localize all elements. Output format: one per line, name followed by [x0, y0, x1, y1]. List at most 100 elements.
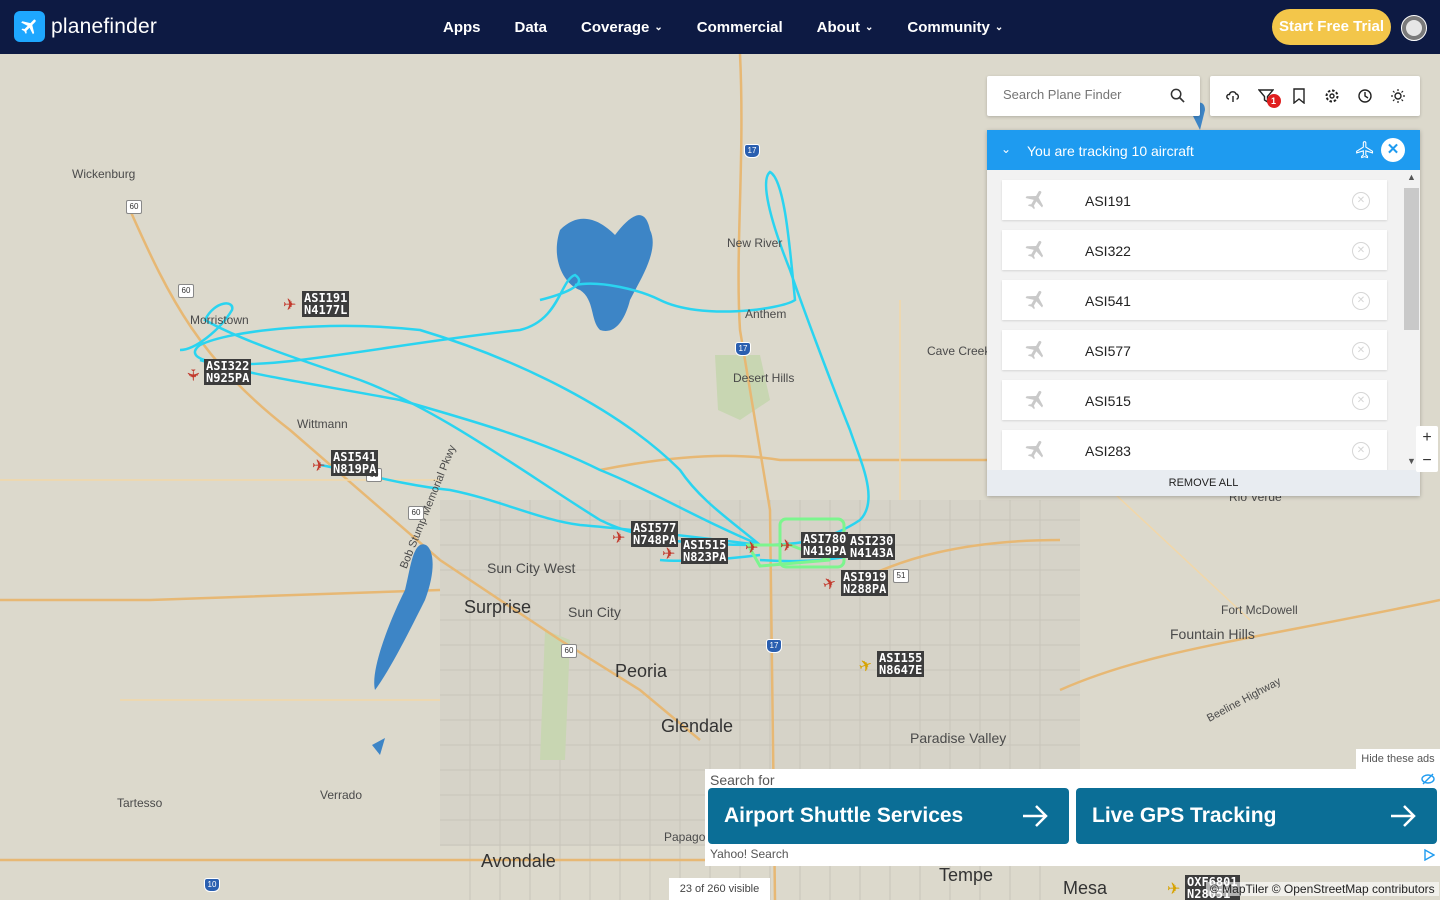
place-label: Fountain Hills: [1170, 626, 1255, 642]
registration: N819PA: [333, 462, 377, 476]
remove-icon[interactable]: ✕: [1352, 442, 1370, 460]
highway-shield: 60: [561, 644, 577, 658]
close-tracking-button[interactable]: ✕: [1381, 138, 1405, 162]
tracked-callsign: ASI191: [1085, 193, 1131, 209]
aircraft-label[interactable]: ASI322 N925PA: [204, 359, 252, 385]
place-label: Surprise: [464, 597, 532, 617]
scroll-thumb[interactable]: [1404, 188, 1419, 330]
aircraft-icon[interactable]: ✈: [662, 544, 675, 564]
remove-icon[interactable]: ✕: [1352, 192, 1370, 210]
map-toolbar: 1: [1210, 76, 1420, 116]
remove-icon[interactable]: ✕: [1352, 392, 1370, 410]
aircraft-icon[interactable]: ✈: [745, 538, 758, 558]
chevron-down-icon[interactable]: ⌄: [1001, 142, 1011, 156]
chevron-down-icon: ⌄: [864, 21, 874, 33]
place-label: Paradise Valley: [910, 730, 1007, 746]
nav-coverage[interactable]: Coverage ⌄: [581, 19, 663, 36]
nav-about-label: About: [816, 18, 860, 36]
remove-all-button[interactable]: REMOVE ALL: [987, 470, 1420, 496]
highway-shield: 51: [893, 569, 909, 583]
place-label: Desert Hills: [733, 371, 795, 385]
highway-shield: 17: [766, 639, 782, 653]
place-label: Tartesso: [117, 796, 163, 810]
aircraft-icon[interactable]: ✈: [183, 368, 203, 381]
place-label: Avondale: [481, 851, 556, 871]
tracked-aircraft-row[interactable]: ASI322 ✕: [1002, 230, 1387, 270]
registration: N823PA: [683, 550, 727, 564]
place-label: New River: [727, 236, 783, 250]
place-label: Cave Creek: [927, 344, 991, 358]
ad-button-airport-shuttle[interactable]: Airport Shuttle Services: [708, 788, 1069, 844]
start-free-trial-button[interactable]: Start Free Trial: [1272, 9, 1391, 45]
map-attribution[interactable]: © MapTiler © OpenStreetMap contributors: [1206, 882, 1439, 896]
tracked-aircraft-row[interactable]: ASI577 ✕: [1002, 330, 1387, 370]
ad-button-gps-tracking[interactable]: Live GPS Tracking: [1076, 788, 1437, 844]
filter-count-badge: 1: [1266, 94, 1281, 108]
plane-icon: [1024, 188, 1048, 217]
zoom-in-button[interactable]: +: [1416, 426, 1438, 449]
registration: N925PA: [206, 371, 250, 385]
list-scrollbar[interactable]: ▲ ▼: [1403, 170, 1420, 470]
ad-button-label: Live GPS Tracking: [1092, 804, 1277, 827]
chevron-down-icon: ⌄: [994, 21, 1004, 33]
aircraft-icon[interactable]: ✈: [780, 536, 793, 556]
nav-data[interactable]: Data: [515, 19, 548, 36]
place-label: Mesa: [1063, 878, 1108, 898]
search-icon[interactable]: [1170, 88, 1185, 108]
aircraft-icon[interactable]: ✈: [612, 528, 625, 548]
aircraft-label[interactable]: ASI541 N819PA: [331, 450, 379, 476]
user-avatar[interactable]: [1401, 15, 1427, 41]
aircraft-label[interactable]: ASI191 N4177L: [302, 291, 350, 317]
chevron-down-icon: ⌄: [654, 21, 663, 33]
place-label: Sun City West: [487, 560, 576, 576]
tracked-callsign: ASI322: [1085, 243, 1131, 259]
place-label: Verrado: [320, 788, 363, 802]
nav-about[interactable]: About ⌄: [817, 19, 874, 36]
hide-ads-link[interactable]: Hide these ads: [1356, 749, 1440, 769]
aircraft-label[interactable]: ASI230 N4143A: [848, 534, 896, 560]
ad-banner: Search for Airport Shuttle Services Live…: [705, 769, 1440, 866]
aircraft-icon[interactable]: ✈: [1167, 879, 1180, 899]
cloud-icon[interactable]: [1223, 86, 1243, 106]
search-input[interactable]: [1001, 86, 1165, 103]
tracked-aircraft-row[interactable]: ASI283 ✕: [1002, 430, 1387, 470]
tracked-aircraft-row[interactable]: ASI541 ✕: [1002, 280, 1387, 320]
place-label: Fort McDowell: [1221, 603, 1298, 617]
planefinder-logo[interactable]: planefinder: [14, 11, 157, 42]
highway-shield: 60: [178, 284, 194, 298]
aircraft-label[interactable]: ASI919 N288PA: [841, 570, 889, 596]
place-label: Anthem: [745, 307, 787, 321]
nav-apps-label: Apps: [443, 18, 481, 36]
tracked-aircraft-row[interactable]: ASI515 ✕: [1002, 380, 1387, 420]
aircraft-label[interactable]: ASI515 N823PA: [681, 538, 729, 564]
ad-info-icon[interactable]: [1423, 848, 1436, 866]
settings-icon[interactable]: [1322, 86, 1342, 106]
nav-community-label: Community: [907, 18, 990, 36]
scroll-down-icon[interactable]: ▼: [1407, 456, 1416, 466]
registration: N419PA: [803, 544, 847, 558]
search-box: [987, 76, 1200, 116]
highway-shield: 60: [408, 506, 424, 520]
ad-provider: Yahoo! Search: [710, 847, 789, 861]
registration: N4143A: [850, 546, 894, 560]
tracked-callsign: ASI515: [1085, 393, 1131, 409]
nav-apps[interactable]: Apps: [443, 19, 481, 36]
tracked-aircraft-row[interactable]: ASI191 ✕: [1002, 180, 1387, 220]
aircraft-icon[interactable]: ✈: [312, 456, 325, 476]
nav-community[interactable]: Community ⌄: [907, 19, 1003, 36]
filter-icon[interactable]: 1: [1256, 86, 1281, 108]
zoom-out-button[interactable]: −: [1416, 449, 1438, 472]
scroll-up-icon[interactable]: ▲: [1407, 172, 1416, 182]
place-label: Wickenburg: [72, 167, 136, 181]
aircraft-icon[interactable]: ✈: [283, 295, 296, 315]
remove-icon[interactable]: ✕: [1352, 342, 1370, 360]
remove-icon[interactable]: ✕: [1352, 292, 1370, 310]
remove-icon[interactable]: ✕: [1352, 242, 1370, 260]
history-icon[interactable]: [1355, 86, 1375, 106]
nav-commercial[interactable]: Commercial: [697, 19, 783, 36]
aircraft-label[interactable]: ASI780 N419PA: [801, 532, 849, 558]
aircraft-label[interactable]: ASI155 N8647E: [877, 651, 925, 677]
bookmark-icon[interactable]: [1289, 86, 1309, 106]
tracked-aircraft-list: ASI191 ✕ ASI322 ✕ ASI541 ✕ ASI577 ✕ ASI5…: [987, 170, 1420, 470]
weather-icon[interactable]: [1388, 86, 1408, 106]
